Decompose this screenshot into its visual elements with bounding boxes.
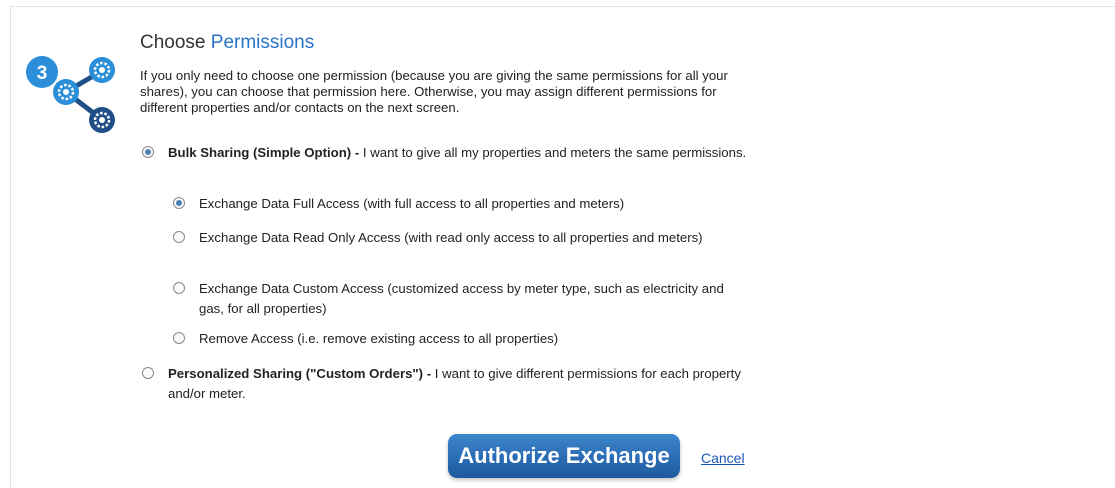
page-title: Choose Permissions [140, 31, 314, 55]
full-access-radio[interactable] [173, 197, 185, 209]
custom-access-option[interactable]: Exchange Data Custom Access (customized … [173, 279, 738, 319]
personalized-sharing-label[interactable]: Personalized Sharing ("Custom Orders") -… [142, 364, 742, 404]
personalized-sharing-radio[interactable] [142, 367, 154, 379]
share-gears-icon: 3 [26, 56, 115, 133]
full-access-option[interactable]: Exchange Data Full Access (with full acc… [173, 194, 753, 214]
personalized-sharing-option[interactable]: Personalized Sharing ("Custom Orders") -… [142, 364, 742, 404]
bulk-sharing-label[interactable]: Bulk Sharing (Simple Option) - I want to… [142, 143, 752, 163]
custom-access-radio[interactable] [173, 282, 185, 294]
custom-access-label[interactable]: Exchange Data Custom Access (customized … [173, 279, 738, 319]
remove-access-label[interactable]: Remove Access (i.e. remove existing acce… [173, 329, 753, 349]
gear-top-icon [89, 57, 115, 83]
read-only-access-label[interactable]: Exchange Data Read Only Access (with rea… [173, 228, 753, 248]
authorize-exchange-button[interactable]: Authorize Exchange [448, 434, 680, 478]
read-only-access-radio[interactable] [173, 231, 185, 243]
personalized-sharing-lead: Personalized Sharing ("Custom Orders") - [168, 366, 432, 381]
bulk-sharing-option[interactable]: Bulk Sharing (Simple Option) - I want to… [142, 143, 752, 163]
gear-left-icon [53, 79, 79, 105]
bulk-sharing-lead: Bulk Sharing (Simple Option) - [168, 145, 360, 160]
frame-left-border [10, 6, 11, 488]
step-number: 3 [37, 63, 48, 84]
page-frame: 3 Choose Permissions If you only need to… [0, 0, 1115, 488]
bulk-sharing-text: I want to give all my properties and met… [359, 145, 747, 160]
remove-access-radio[interactable] [173, 332, 185, 344]
remove-access-option[interactable]: Remove Access (i.e. remove existing acce… [173, 329, 753, 349]
bulk-sharing-radio[interactable] [142, 146, 154, 158]
title-accent: Permissions [210, 32, 315, 53]
title-prefix: Choose [140, 32, 206, 53]
intro-text: If you only need to choose one permissio… [140, 68, 728, 115]
frame-top-border [10, 6, 1115, 7]
cancel-link[interactable]: Cancel [701, 450, 745, 466]
read-only-access-option[interactable]: Exchange Data Read Only Access (with rea… [173, 228, 753, 248]
full-access-label[interactable]: Exchange Data Full Access (with full acc… [173, 194, 753, 214]
gear-bottom-icon [89, 107, 115, 133]
